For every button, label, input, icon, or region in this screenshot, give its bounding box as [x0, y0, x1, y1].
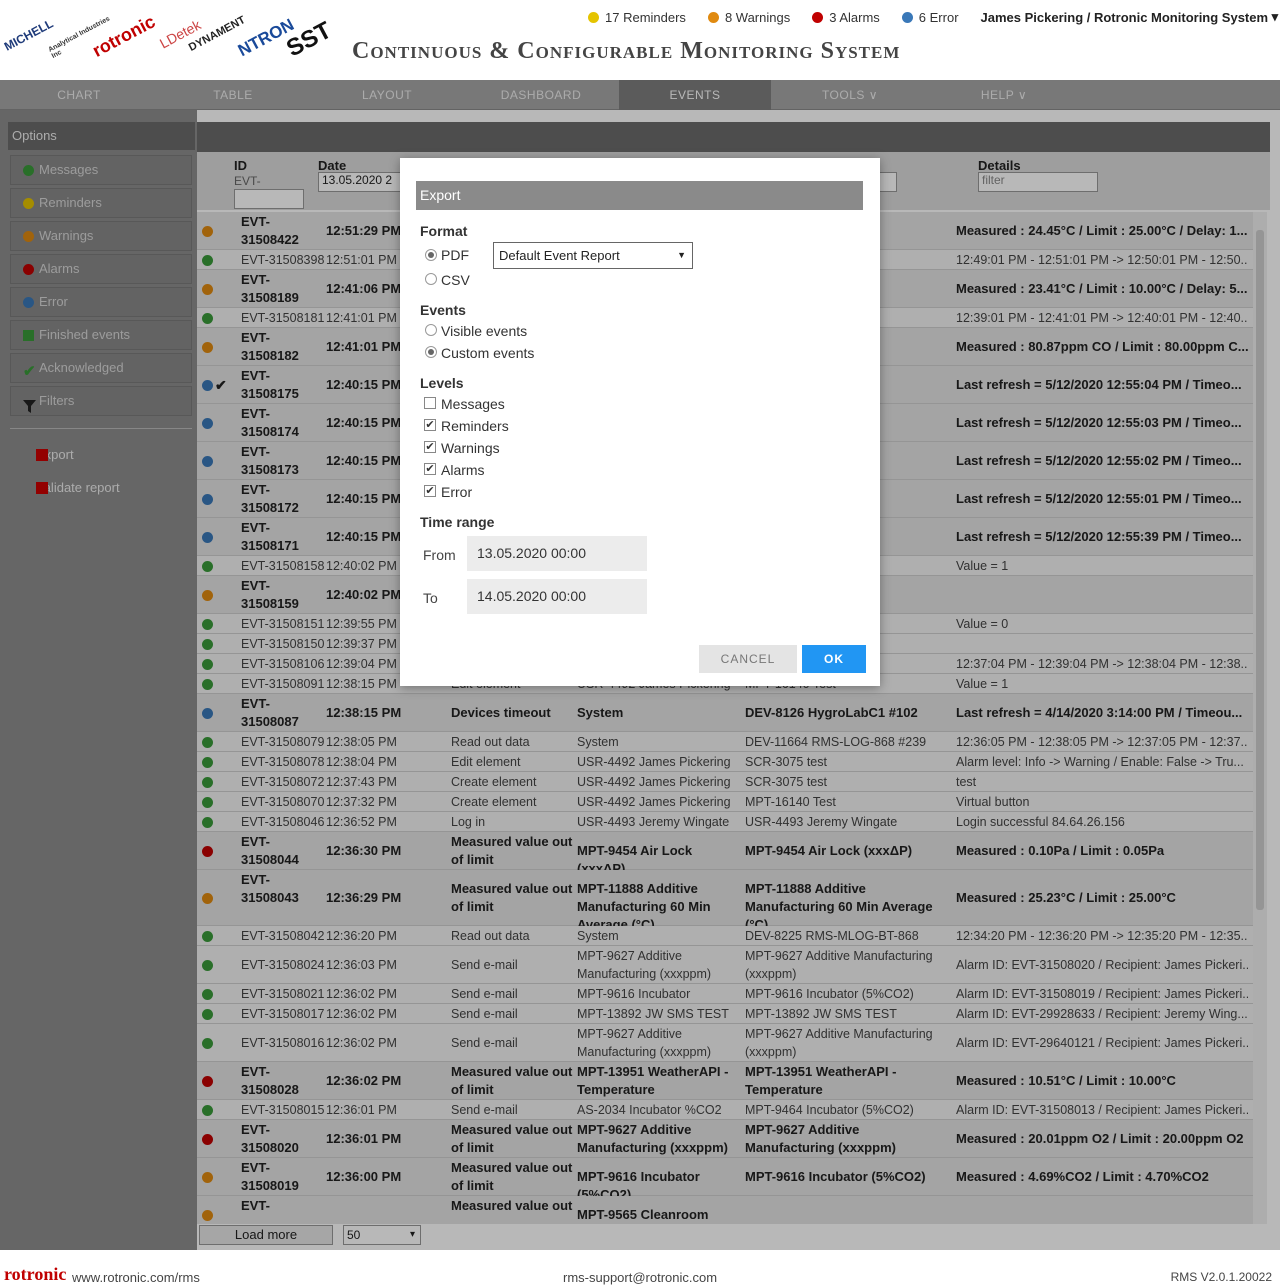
footer-site-link[interactable]: www.rotronic.com/rms: [72, 1270, 200, 1285]
user-menu[interactable]: James Pickering / Rotronic Monitoring Sy…: [981, 9, 1279, 25]
footer: rotronic www.rotronic.com/rms rms-suppor…: [0, 1250, 1280, 1287]
format-label: Format: [420, 223, 468, 239]
footer-brand-logo: rotronic: [4, 1264, 67, 1284]
errors-count-label: 6 Error: [918, 9, 959, 25]
report-template-select[interactable]: Default Event Report ▼: [493, 242, 693, 269]
dialog-title: Export: [416, 181, 863, 210]
ok-button[interactable]: OK: [802, 645, 866, 673]
level-reminders-label[interactable]: Reminders: [441, 418, 509, 434]
visible-events-label[interactable]: Visible events: [441, 323, 527, 339]
level-reminders-checkbox[interactable]: ✔: [424, 419, 436, 431]
format-csv-radio[interactable]: [425, 273, 437, 285]
alarms-count-label: 3 Alarms: [829, 9, 880, 25]
user-name: James Pickering / Rotronic Monitoring Sy…: [980, 9, 1269, 25]
custom-events-label[interactable]: Custom events: [441, 345, 534, 361]
from-label: From: [423, 547, 456, 563]
reminders-count-label: 17 Reminders: [605, 9, 686, 25]
level-messages-label[interactable]: Messages: [441, 396, 505, 412]
error-dot-icon: [901, 11, 913, 23]
reminders-count[interactable]: 17 Reminders: [588, 9, 686, 25]
warnings-count-label: 8 Warnings: [724, 9, 791, 25]
level-warnings-checkbox[interactable]: ✔: [424, 441, 436, 453]
footer-email-link[interactable]: rms-support@rotronic.com: [563, 1270, 717, 1285]
status-summary: 17 Reminders 8 Warnings 3 Alarms 6 Error…: [588, 9, 1278, 25]
footer-version: RMS V2.0.1.20022: [1170, 1270, 1272, 1284]
export-dialog: Export Format PDF CSV Default Event Repo…: [400, 158, 880, 686]
level-alarms-label[interactable]: Alarms: [441, 462, 485, 478]
visible-events-radio[interactable]: [425, 324, 437, 336]
level-error-label[interactable]: Error: [441, 484, 472, 500]
chevron-down-icon: ▾: [1271, 9, 1279, 24]
reminder-dot-icon: [588, 11, 599, 23]
format-pdf-label[interactable]: PDF: [441, 247, 469, 263]
format-csv-label[interactable]: CSV: [441, 272, 470, 288]
from-date-input[interactable]: 13.05.2020 00:00: [467, 536, 647, 571]
app-title: Continuous & Configurable Monitoring Sys…: [352, 38, 901, 64]
level-alarms-checkbox[interactable]: ✔: [424, 463, 436, 475]
to-label: To: [423, 590, 438, 606]
level-warnings-label[interactable]: Warnings: [441, 440, 500, 456]
alarm-dot-icon: [812, 11, 824, 23]
dropdown-arrow-icon: ▼: [677, 250, 686, 260]
app-header: MICHELL Analytical Industries Inc rotron…: [0, 0, 1280, 80]
custom-events-radio[interactable]: [425, 346, 437, 358]
to-date-input[interactable]: 14.05.2020 00:00: [467, 579, 647, 614]
warnings-count[interactable]: 8 Warnings: [707, 9, 791, 25]
cancel-button[interactable]: CANCEL: [699, 645, 797, 673]
events-label: Events: [420, 302, 466, 318]
errors-count[interactable]: 6 Error: [901, 9, 959, 25]
level-error-checkbox[interactable]: ✔: [424, 485, 436, 497]
format-pdf-radio[interactable]: [425, 249, 437, 261]
warning-dot-icon: [707, 11, 719, 23]
alarms-count[interactable]: 3 Alarms: [812, 9, 880, 25]
level-messages-checkbox[interactable]: [424, 397, 436, 409]
levels-label: Levels: [420, 375, 464, 391]
report-template-value: Default Event Report: [499, 248, 620, 263]
time-range-label: Time range: [420, 514, 495, 530]
